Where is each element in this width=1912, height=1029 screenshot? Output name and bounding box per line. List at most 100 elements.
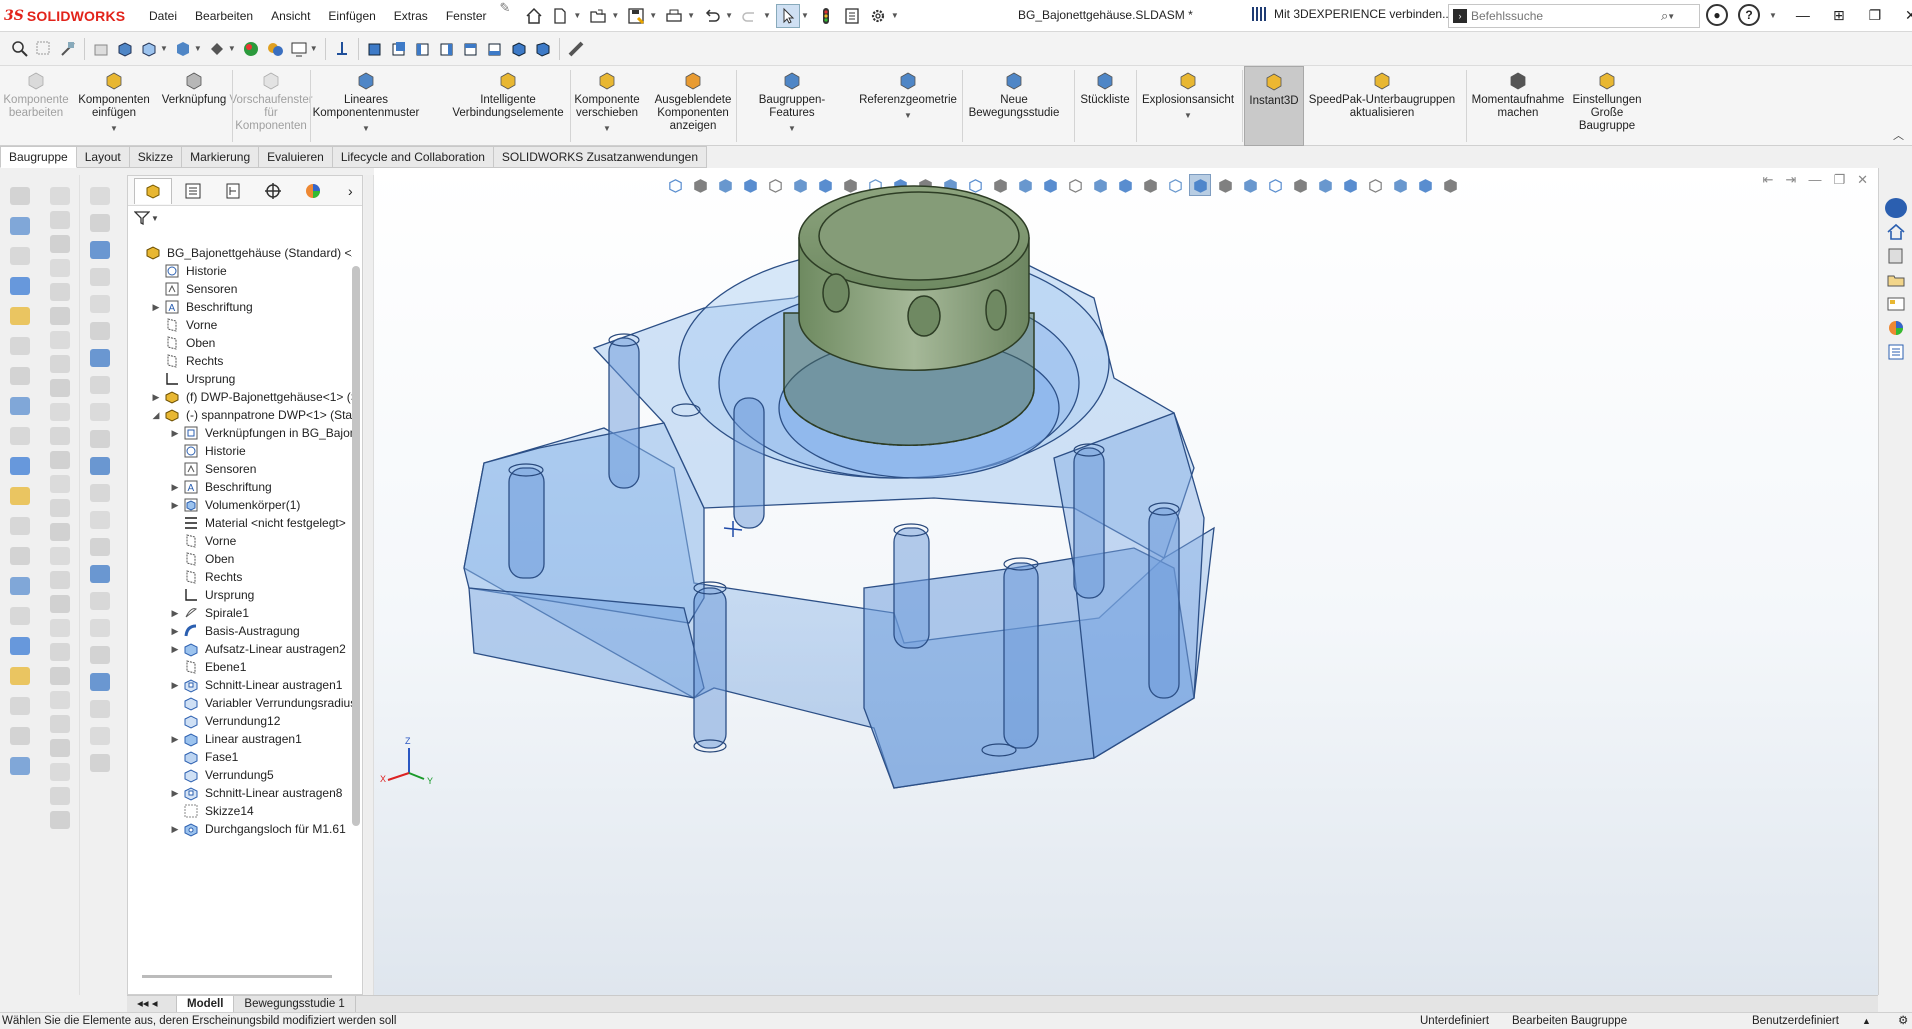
realview-icon[interactable] [263,37,287,61]
display-manager-tab-icon[interactable] [294,178,332,204]
sketch-shortcut-icon[interactable] [10,517,30,535]
cmd-dropdown-icon[interactable]: ▼ [110,122,118,135]
hide-show-icon[interactable] [171,37,195,61]
cmd-intelligente-verbindungselemente[interactable]: Intelligente Verbindungselemente [448,66,568,146]
configuration-manager-tab-icon[interactable] [214,178,252,204]
menu-bearbeiten[interactable]: Bearbeiten [186,0,262,32]
sketch-shortcut-icon[interactable] [10,607,30,625]
tab-zusatzanwendungen[interactable]: SOLIDWORKS Zusatzanwendungen [493,146,708,168]
dimxpert-tab-icon[interactable] [254,178,292,204]
view-shortcut-icon[interactable] [90,430,110,448]
pin-icon[interactable]: ✎ [496,0,515,32]
view-shortcut-icon[interactable] [90,403,110,421]
cmd-instant3d[interactable]: Instant3D [1244,66,1304,146]
fm-tabs-more-icon[interactable]: › [348,183,353,199]
undo-caret-icon[interactable]: ▼ [725,11,733,20]
cmd-speedpak-unterbaugruppen-aktualisieren[interactable]: SpeedPak-Unterbaugruppen aktualisieren [1306,66,1458,146]
open-folder-icon[interactable] [586,4,610,28]
cmd-dropdown-icon[interactable]: ▼ [1184,109,1192,122]
expand-arrow-icon[interactable]: ▶ [168,644,182,655]
select-caret-icon[interactable]: ▼ [801,11,809,20]
filter-icon[interactable] [134,211,150,225]
sketch-shortcut-icon[interactable] [10,667,30,685]
help-icon[interactable]: ? [1738,4,1760,26]
monitor-caret-icon[interactable]: ▼ [310,44,318,53]
redo-icon[interactable] [738,4,762,28]
expand-arrow-icon[interactable]: ▶ [168,824,182,835]
view-shortcut-icon[interactable] [90,700,110,718]
restore-icon[interactable]: ❐ [1862,4,1888,26]
print-caret-icon[interactable]: ▼ [687,11,695,20]
custom-properties-icon[interactable] [1885,342,1907,362]
property-manager-tab-icon[interactable] [174,178,212,204]
feature-shortcut-icon[interactable] [50,715,70,733]
menu-datei[interactable]: Datei [140,0,186,32]
home-icon[interactable] [522,4,546,28]
sketch-shortcut-icon[interactable] [10,757,30,775]
feature-shortcut-icon[interactable] [50,811,70,829]
sketch-shortcut-icon[interactable] [10,277,30,295]
sketch-shortcut-icon[interactable] [10,637,30,655]
status-units[interactable]: Benutzerdefiniert [1752,1013,1839,1029]
feature-shortcut-icon[interactable] [50,595,70,613]
sketch-shortcut-icon[interactable] [10,427,30,445]
top-view-icon[interactable] [459,37,483,61]
expand-arrow-icon[interactable]: ▶ [168,680,182,691]
feature-shortcut-icon[interactable] [50,211,70,229]
cmd-komponenten-einfügen[interactable]: Komponenten einfügen ▼ [74,66,154,146]
expand-arrow-icon[interactable]: ◢ [149,410,163,421]
feature-tree-tab-icon[interactable] [134,177,172,204]
sketch-shortcut-icon[interactable] [10,697,30,715]
3dexperience-connect[interactable]: Mit 3DEXPERIENCE verbinden... [1252,7,1452,21]
graphics-area[interactable]: ⇤ ⇥ — ❐ ✕ Z X Y [374,168,1878,995]
right-view-icon[interactable] [435,37,459,61]
feature-shortcut-icon[interactable] [50,379,70,397]
feature-shortcut-icon[interactable] [50,259,70,277]
assembly-model[interactable]: Z X Y [374,168,1878,995]
tab-markierung[interactable]: Markierung [182,146,260,168]
expand-arrow-icon[interactable]: ▶ [168,482,182,493]
cmd-stückliste[interactable]: Stückliste [1076,66,1134,146]
measure-icon[interactable] [564,37,588,61]
file-properties-icon[interactable] [840,4,864,28]
feature-shortcut-icon[interactable] [50,235,70,253]
back-view-icon[interactable] [387,37,411,61]
design-library-icon[interactable] [1885,246,1907,266]
sketch-shortcut-icon[interactable] [10,367,30,385]
view-shortcut-icon[interactable] [90,619,110,637]
feature-shortcut-icon[interactable] [50,427,70,445]
expand-arrow-icon[interactable]: ▶ [168,500,182,511]
feature-shortcut-icon[interactable] [50,355,70,373]
view-shortcut-icon[interactable] [90,457,110,475]
traffic-light-icon[interactable] [814,4,838,28]
zoom-fit-icon[interactable] [8,37,32,61]
units-caret-icon[interactable]: ▲ [1862,1013,1871,1029]
feature-shortcut-icon[interactable] [50,643,70,661]
expand-arrow-icon[interactable]: ▶ [168,788,182,799]
display-style-caret-icon[interactable]: ▼ [160,44,168,53]
bottom-view-icon[interactable] [483,37,507,61]
panel-splitter[interactable] [364,175,374,995]
cmd-baugruppen-features[interactable]: Baugruppen-Features ▼ [738,66,846,146]
section-view-icon[interactable] [89,37,113,61]
sketch-shortcut-icon[interactable] [10,547,30,565]
cmd-ausgeblendete-komponenten-anzeigen[interactable]: Ausgeblendete Komponenten anzeigen [650,66,736,146]
view-shortcut-icon[interactable] [90,511,110,529]
feature-shortcut-icon[interactable] [50,571,70,589]
solidworks-logo[interactable]: 3S SOLIDWORKS [0,8,140,24]
menu-ansicht[interactable]: Ansicht [262,0,319,32]
tab-evaluieren[interactable]: Evaluieren [259,146,333,168]
feature-shortcut-icon[interactable] [50,187,70,205]
view-shortcut-icon[interactable] [90,754,110,772]
view-shortcut-icon[interactable] [90,565,110,583]
new-caret-icon[interactable]: ▼ [573,11,581,20]
solidworks-resources-icon[interactable] [1885,198,1907,218]
tree-filter[interactable]: ▼ [128,206,362,230]
feature-shortcut-icon[interactable] [50,691,70,709]
cmd-einstellungen-große-baugruppe[interactable]: Einstellungen Große Baugruppe [1572,66,1642,146]
bottom-nav-arrows[interactable]: ◂◂ ◂ ▸ ▸▸ [127,995,177,1026]
cmd-dropdown-icon[interactable]: ▼ [603,122,611,135]
expand-arrow-icon[interactable]: ▶ [168,608,182,619]
sketch-shortcut-icon[interactable] [10,307,30,325]
options-gear-icon[interactable] [866,4,890,28]
